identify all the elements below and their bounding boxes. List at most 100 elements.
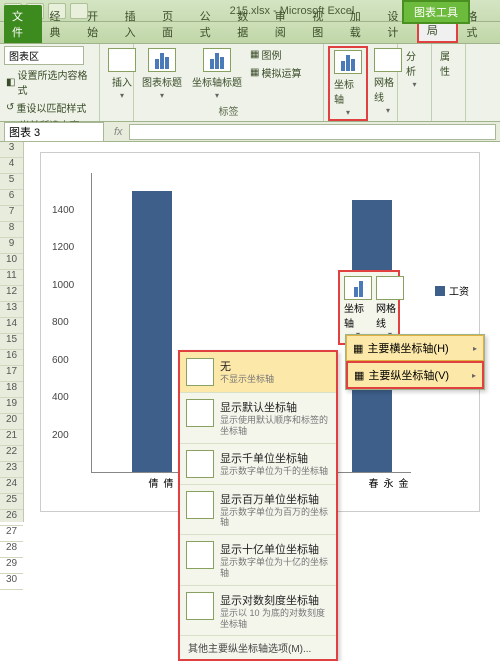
row-header[interactable]: 25	[0, 494, 23, 510]
row-header[interactable]: 26	[0, 510, 23, 526]
axis-none-icon	[186, 358, 214, 386]
row-header[interactable]: 15	[0, 334, 23, 350]
tab-view[interactable]: 视图	[304, 5, 342, 43]
row-header[interactable]: 10	[0, 254, 23, 270]
x-category-label: 金永春	[364, 478, 409, 488]
row-header[interactable]: 20	[0, 414, 23, 430]
ribbon-tabs: 文件 经典 开始 插入 页面 公式 数据 审阅 视图 加载 设计 布局 格式	[0, 22, 500, 44]
y-tick-label: 1400	[52, 205, 74, 216]
row-header[interactable]: 11	[0, 270, 23, 286]
chart-element-selector[interactable]: 图表区	[4, 46, 84, 65]
row-header[interactable]: 4	[0, 158, 23, 174]
haxis-icon: ▦	[353, 342, 363, 355]
tab-data[interactable]: 数据	[229, 5, 267, 43]
y-tick-label: 600	[52, 355, 69, 366]
vertical-axis-options-menu: 无不显示坐标轴 显示默认坐标轴显示使用默认顺序和标签的坐标轴 显示千单位坐标轴显…	[178, 350, 338, 661]
row-header[interactable]: 18	[0, 382, 23, 398]
axes-icon	[344, 276, 372, 300]
axis-option-none[interactable]: 无不显示坐标轴	[180, 352, 336, 393]
format-selection-button[interactable]: ◧设置所选内容格式	[4, 66, 95, 98]
row-header[interactable]: 13	[0, 302, 23, 318]
axis-title-icon	[203, 48, 231, 72]
tab-review[interactable]: 审阅	[267, 5, 305, 43]
row-header[interactable]: 29	[0, 558, 23, 574]
row-header[interactable]: 22	[0, 446, 23, 462]
row-header[interactable]: 21	[0, 430, 23, 446]
primary-vertical-axis-item[interactable]: ▦主要纵坐标轴(V)▸	[346, 361, 484, 389]
axis-log-icon	[186, 592, 214, 620]
y-tick-label: 200	[52, 430, 69, 441]
axis-millions-icon	[186, 491, 214, 519]
row-header[interactable]: 6	[0, 190, 23, 206]
axis-billions-icon	[186, 541, 214, 569]
axis-title-button[interactable]: 坐标轴标题▾	[188, 46, 246, 102]
axes-icon	[334, 50, 362, 74]
formula-bar[interactable]	[129, 124, 496, 140]
row-header[interactable]: 5	[0, 174, 23, 190]
row-header[interactable]: 17	[0, 366, 23, 382]
formula-bar-row: 图表 3 fx	[0, 122, 500, 142]
row-header[interactable]: 27	[0, 526, 23, 542]
legend-label: 工资	[449, 283, 469, 298]
reset-icon: ↺	[6, 102, 14, 113]
vaxis-icon: ▦	[354, 369, 364, 382]
tab-home[interactable]: 开始	[79, 5, 117, 43]
analysis-button[interactable]: 分析▾	[402, 46, 427, 91]
row-header[interactable]: 30	[0, 574, 23, 590]
axis-option-default[interactable]: 显示默认坐标轴显示使用默认顺序和标签的坐标轴	[180, 393, 336, 444]
axes-submenu: ▦主要横坐标轴(H)▸ ▦主要纵坐标轴(V)▸	[345, 334, 485, 390]
name-box[interactable]: 图表 3	[4, 122, 104, 142]
tab-page[interactable]: 页面	[154, 5, 192, 43]
chart-tools-context-tab: 图表工具	[402, 0, 470, 24]
y-tick-label: 400	[52, 392, 69, 403]
group-label-labels: 标签	[138, 102, 319, 119]
data-table-button[interactable]: ▦模拟运算	[248, 64, 303, 81]
row-header[interactable]: 19	[0, 398, 23, 414]
axis-option-millions[interactable]: 显示百万单位坐标轴显示数字单位为百万的坐标轴	[180, 485, 336, 536]
row-header[interactable]: 8	[0, 222, 23, 238]
chart-title-button[interactable]: 图表标题▾	[138, 46, 186, 102]
y-tick-label: 1200	[52, 242, 74, 253]
worksheet: 345678910111213141516171819202122232425 2…	[0, 142, 500, 522]
properties-button[interactable]: 属性	[436, 46, 461, 80]
legend-button[interactable]: ▦图例	[248, 46, 303, 63]
chart-legend[interactable]: 工资	[435, 283, 469, 298]
axis-option-thousands[interactable]: 显示千单位坐标轴显示数字单位为千的坐标轴	[180, 444, 336, 485]
row-header[interactable]: 7	[0, 206, 23, 222]
chart-bar[interactable]	[132, 191, 172, 472]
tab-addin[interactable]: 加载	[342, 5, 380, 43]
row-header[interactable]: 3	[0, 142, 23, 158]
axis-option-log[interactable]: 显示对数刻度坐标轴显示以 10 为底的对数刻度坐标轴	[180, 586, 336, 637]
row-header[interactable]: 28	[0, 542, 23, 558]
row-header[interactable]: 24	[0, 478, 23, 494]
axes-button[interactable]: 坐标轴▾	[328, 46, 368, 121]
gridlines-icon	[376, 276, 404, 300]
insert-icon	[108, 48, 136, 72]
axis-more-options[interactable]: 其他主要纵坐标轴选项(M)...	[180, 636, 336, 659]
y-tick-label: 1000	[52, 280, 74, 291]
legend-icon: ▦	[250, 49, 259, 60]
data-table-icon: ▦	[250, 67, 259, 78]
axes-flyout-button[interactable]: 坐标轴▾	[342, 274, 374, 341]
tab-insert[interactable]: 插入	[117, 5, 155, 43]
tab-classic[interactable]: 经典	[42, 5, 80, 43]
gridlines-flyout-button[interactable]: 网格线▾	[374, 274, 406, 341]
ribbon: 图表区 ◧设置所选内容格式 ↺重设以匹配样式 当前所选内容 插入▾ 图表标题▾ …	[0, 44, 500, 122]
y-tick-label: 800	[52, 317, 69, 328]
chart-title-icon	[148, 48, 176, 72]
tab-file[interactable]: 文件	[4, 5, 42, 43]
format-icon: ◧	[6, 77, 15, 88]
primary-horizontal-axis-item[interactable]: ▦主要横坐标轴(H)▸	[346, 335, 484, 361]
row-header[interactable]: 16	[0, 350, 23, 366]
row-header[interactable]: 23	[0, 462, 23, 478]
row-header[interactable]: 12	[0, 286, 23, 302]
row-header[interactable]: 9	[0, 238, 23, 254]
axis-default-icon	[186, 399, 214, 427]
axis-thousands-icon	[186, 450, 214, 478]
tab-formula[interactable]: 公式	[192, 5, 230, 43]
fx-icon[interactable]: fx	[108, 126, 129, 138]
reset-style-button[interactable]: ↺重设以匹配样式	[4, 99, 95, 116]
row-header[interactable]: 14	[0, 318, 23, 334]
row-headers: 3456789101112131415161718192021222324252…	[0, 142, 24, 522]
legend-swatch	[435, 286, 445, 296]
